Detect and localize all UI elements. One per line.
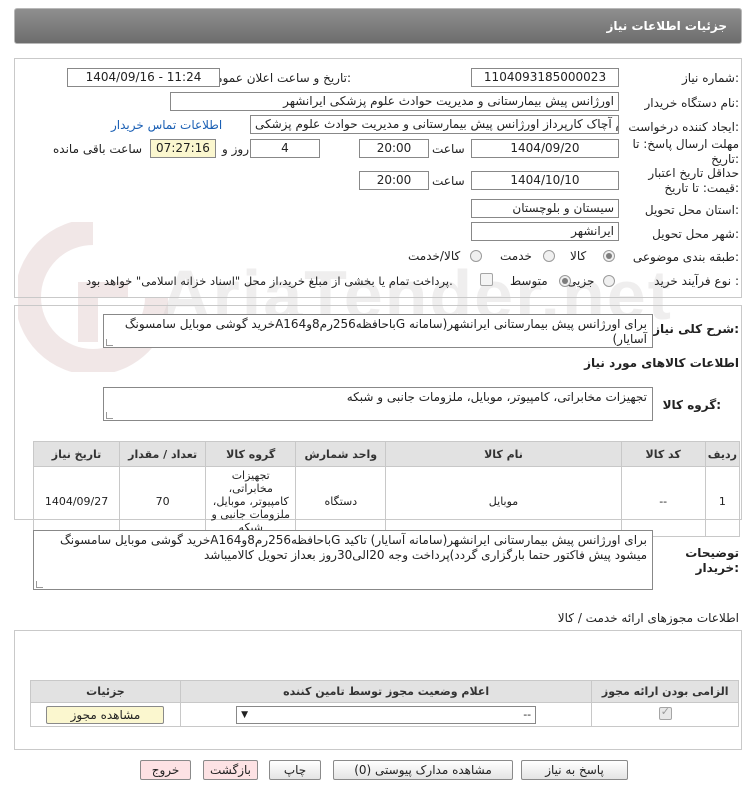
summary-label: شرح کلی نیاز: [653,322,739,336]
validity-time-field: 20:00 [359,171,429,190]
permit-required-checkbox: ✓ [658,704,672,720]
buyer-notes-content: خرید گوشی موبایل سامسونگA16باحافظه256رم8… [60,533,647,562]
items-table-header: تاریخ نیاز تعداد / مقدار گروه کالا واحد … [32,441,741,467]
cell-view-permit: مشاهده مجوز [30,702,181,727]
reply-button[interactable]: پاسخ به نیاز [521,760,628,780]
category-goods-label: کالا [570,249,587,263]
col-status: اعلام وضعیت مجوز توسط تامین کننده [179,680,593,703]
city-field: ایرانشهر [471,222,619,241]
validity-date-field: 1404/10/10 [471,171,619,190]
days-count-field: 4 [250,139,320,158]
col-qty: تعداد / مقدار [119,441,207,467]
summary-text: خرید گوشی موبایل سامسونگA16باحافظه256رم8… [103,314,653,348]
deadline-label: مهلت ارسال پاسخ: تا تاریخ: [632,137,739,166]
category-label: طبقه بندی موضوعی: [632,250,739,264]
col-group: گروه کالا [205,441,297,467]
creator-field: محمداکرم آچاک کارپرداز اورژانس پیش بیمار… [250,115,619,134]
resize-handle-icon[interactable] [106,412,113,419]
deadline-time-field: 20:00 [359,139,429,158]
buyer-notes-text: خرید گوشی موبایل سامسونگA16باحافظه256رم8… [33,530,653,590]
page-header: جزئیات اطلاعات نیاز [14,8,742,44]
attachments-button[interactable]: مشاهده مدارک پیوستی (0) [333,760,513,780]
city-label: شهر محل تحویل: [652,227,739,241]
days-and-label: روز و [222,142,249,156]
province-field: سیستان و بلوچستان [471,199,619,218]
exit-button[interactable]: خروج [140,760,191,780]
buyer-org-label: نام دستگاه خریدار: [644,96,740,110]
process-minor-radio[interactable] [603,275,615,287]
col-unit: واحد شمارش [295,441,387,467]
col-row: ردیف [704,441,741,467]
buyer-contact-link[interactable]: اطلاعات تماس خریدار [111,118,222,132]
cell-code: -- [620,466,706,537]
col-name: نام کالا [385,441,622,467]
cell-date: 1404/09/27 [32,466,121,537]
treasury-payment-note: پرداخت تمام یا بخشی از مبلغ خرید،از محل … [86,274,453,288]
goods-group-content: تجهیزات مخابراتی، کامپیوتر، موبایل، ملزو… [346,390,647,404]
cell-name: موبایل [385,466,622,537]
remaining-time-field: 07:27:16 [150,139,216,158]
resize-handle-icon[interactable] [106,339,113,346]
validity-time-label: ساعت [432,174,465,188]
announce-date-field: 1404/09/16 - 11:24 [67,68,220,87]
back-button[interactable]: بازگشت [203,760,258,780]
treasury-payment-checkbox[interactable] [480,273,493,286]
deadline-date-field: 1404/09/20 [471,139,619,158]
category-service-label: خدمت [500,249,532,263]
deadline-time-label: ساعت [432,142,465,156]
page-title: جزئیات اطلاعات نیاز [606,19,727,33]
permits-table: جزئیات اعلام وضعیت مجوز توسط تامین کننده… [30,680,739,727]
col-details: جزئیات [30,680,181,703]
cell-group: تجهیزات مخابراتی، کامپیوتر، موبایل، ملزو… [205,466,297,537]
buyer-org-field: اورژانس پیش بیمارستانی و مدیریت حوادث عل… [170,92,619,111]
print-button[interactable]: چاپ [269,760,321,780]
view-permit-button[interactable]: مشاهده مجوز [46,705,165,724]
check-icon: ✓ [660,704,670,718]
permits-title: اطلاعات مجوزهای ارائه خدمت / کالا [557,611,739,625]
cell-required: ✓ [591,702,739,727]
remaining-time-label: ساعت باقی مانده [53,142,143,156]
cell-unit: دستگاه [295,466,387,537]
process-medium-radio[interactable] [559,275,571,287]
process-label: نوع فرآیند خرید : [654,274,739,288]
process-minor-label: جزیی [567,274,595,288]
cell-status: ▼ -- [179,702,593,727]
permits-table-header: جزئیات اعلام وضعیت مجوز توسط تامین کننده… [30,680,739,703]
col-code: کد کالا [620,441,706,467]
need-number-field: 1104093185000023 [471,68,619,87]
category-goods-service-label: کالا/خدمت [408,249,461,263]
resize-handle-icon[interactable] [36,581,43,588]
announce-date-label: تاریخ و ساعت اعلان عمومی: [206,71,351,85]
items-table: تاریخ نیاز تعداد / مقدار گروه کالا واحد … [32,441,741,537]
cell-row: 1 [704,466,741,537]
goods-info-title: اطلاعات کالاهای مورد نیاز [584,356,739,370]
table-row: مشاهده مجوز ▼ -- ✓ [30,702,739,727]
validity-label: حداقل تاریخ اعتبار قیمت: تا تاریخ: [648,166,739,195]
buyer-notes-label: توضیحات خریدار: [685,546,739,575]
cell-qty: 70 [119,466,207,537]
category-service-radio[interactable] [543,250,555,262]
table-row[interactable]: 1404/09/27 70 تجهیزات مخابراتی، کامپیوتر… [32,466,741,537]
col-date: تاریخ نیاز [32,441,121,467]
creator-label: ایجاد کننده درخواست: [628,120,739,134]
permit-status-value: -- [523,708,532,721]
category-goods-service-radio[interactable] [470,250,482,262]
summary-text-content: خرید گوشی موبایل سامسونگA16باحافظه256رم8… [124,317,647,346]
process-medium-label: متوسط [510,274,548,288]
category-goods-radio[interactable] [603,250,615,262]
need-number-label: شماره نیاز: [681,71,739,85]
col-required: الزامی بودن ارائه مجوز [591,680,739,703]
permit-status-select[interactable]: ▼ -- [236,705,537,724]
goods-group-label: گروه کالا: [662,398,721,412]
chevron-down-icon: ▼ [241,709,249,720]
goods-group-text: تجهیزات مخابراتی، کامپیوتر، موبایل، ملزو… [103,387,653,421]
province-label: استان محل تحویل: [644,203,739,217]
